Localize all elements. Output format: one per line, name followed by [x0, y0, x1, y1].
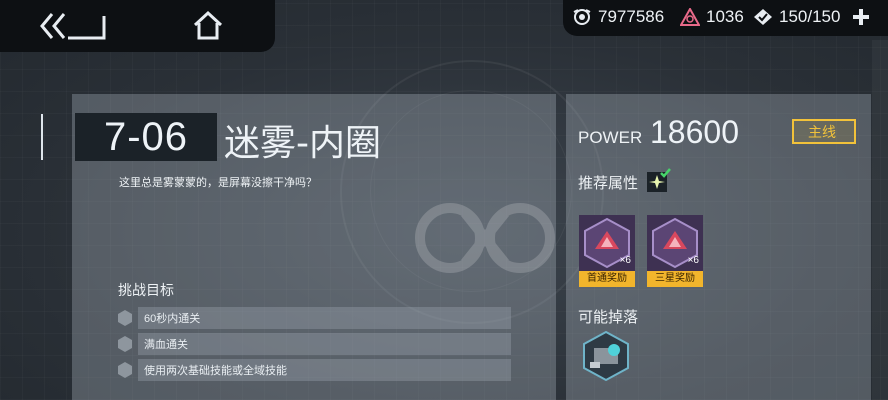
- crystal-value: 1036: [706, 7, 744, 26]
- goal-bar: 使用两次基础技能或全域技能: [138, 359, 511, 381]
- goal-text: 使用两次基础技能或全域技能: [144, 365, 287, 377]
- title-marker: [41, 114, 43, 160]
- double-chevron-back-icon: [40, 13, 106, 40]
- three-star-reward[interactable]: ×6 三星奖励: [647, 215, 703, 287]
- resource-crystal: 1036: [680, 7, 744, 27]
- drop-item[interactable]: [580, 330, 632, 382]
- ink-value: 7977586: [598, 7, 665, 26]
- stamina-value: 150/150: [779, 7, 841, 26]
- stage-description: 这里总是雾蒙蒙的，是屏幕没擦干净吗？: [119, 177, 317, 189]
- reward-label: 三星奖励: [647, 271, 703, 287]
- goal-item: 使用两次基础技能或全域技能: [116, 359, 512, 381]
- home-button[interactable]: [192, 10, 224, 42]
- tag-label: 主线: [808, 123, 836, 140]
- reward-quantity: ×6: [687, 255, 699, 266]
- back-button[interactable]: [38, 10, 108, 42]
- goal-bar: 60秒内通关: [138, 307, 511, 329]
- main-story-tag: 主线: [792, 119, 856, 144]
- first-clear-reward[interactable]: ×6 首通奖励: [579, 215, 635, 287]
- add-stamina-button[interactable]: [852, 8, 870, 26]
- gear-module-icon: [583, 330, 629, 382]
- recommended-attribute-label: 推荐属性: [578, 175, 639, 192]
- goal-item: 60秒内通关: [116, 307, 512, 329]
- goal-bar: 满血通关: [138, 333, 511, 355]
- resource-ink: 7977586: [572, 7, 664, 27]
- goals-title: 挑战目标: [118, 282, 174, 298]
- logo-watermark: [415, 203, 555, 273]
- reward-quantity: ×6: [619, 255, 631, 266]
- ink-icon: [573, 9, 591, 25]
- goal-item: 满血通关: [116, 333, 512, 355]
- home-icon: [193, 10, 223, 40]
- reward-label: 首通奖励: [579, 271, 635, 287]
- plus-icon: [853, 9, 869, 25]
- hexagon-icon: [118, 336, 132, 352]
- sparkle-attribute-icon[interactable]: [647, 168, 671, 192]
- power-value: 18600: [650, 114, 739, 150]
- stage-number: 7-06: [75, 113, 217, 161]
- hexagon-icon: [118, 310, 132, 326]
- stamina-icon: [754, 9, 772, 25]
- stage-name: 迷雾-内圈: [224, 123, 381, 164]
- resource-stamina: 150/150: [753, 7, 840, 27]
- possible-drops-label: 可能掉落: [578, 309, 639, 326]
- hexagon-icon: [118, 362, 132, 378]
- goal-text: 满血通关: [144, 339, 188, 351]
- crystal-icon: [680, 8, 700, 26]
- goal-text: 60秒内通关: [144, 313, 201, 325]
- right-edge-decoration: [872, 40, 888, 400]
- power-label: POWER: [578, 128, 643, 147]
- top-nav-bar: [0, 0, 275, 52]
